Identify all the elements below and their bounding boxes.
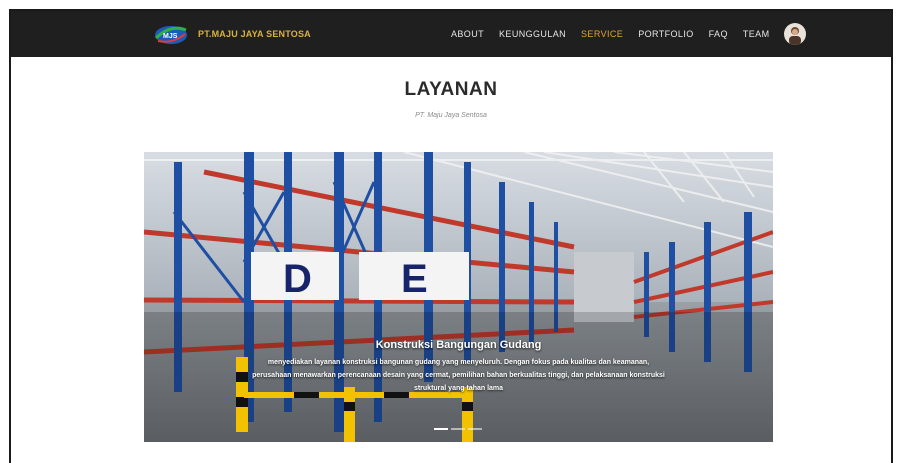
carousel-indicator-1[interactable] xyxy=(434,428,448,430)
top-navbar: MJS PT.MAJU JAYA SENTOSA ABOUT KEUNGGULA… xyxy=(11,11,891,57)
rack-sign-d: D xyxy=(283,257,312,301)
brand-name[interactable]: PT.MAJU JAYA SENTOSA xyxy=(198,29,311,39)
user-avatar[interactable] xyxy=(784,23,807,45)
carousel-indicators xyxy=(434,428,485,430)
brand[interactable]: MJS PT.MAJU JAYA SENTOSA xyxy=(153,22,311,46)
rack-sign-e: E xyxy=(401,257,428,301)
nav-about[interactable]: ABOUT xyxy=(451,29,484,39)
company-logo-icon: MJS xyxy=(153,22,189,46)
carousel-indicator-2[interactable] xyxy=(451,428,465,430)
carousel-indicator-3[interactable] xyxy=(468,428,482,430)
nav-faq[interactable]: FAQ xyxy=(709,29,728,39)
slide-title: Konstruksi Bangungan Gudang xyxy=(375,339,542,351)
browser-frame: MJS PT.MAJU JAYA SENTOSA ABOUT KEUNGGULA… xyxy=(9,9,893,463)
nav-team[interactable]: TEAM xyxy=(743,29,770,39)
svg-text:MJS: MJS xyxy=(163,33,178,40)
service-carousel[interactable]: D E Konstruksi Bangungan Gudang menyedia… xyxy=(144,152,773,442)
slide-description: menyediakan layanan konstruksi bangunan … xyxy=(252,359,665,392)
nav-keunggulan[interactable]: KEUNGGULAN xyxy=(499,29,566,39)
warehouse-photo: D E xyxy=(144,152,773,442)
slide-caption: Konstruksi Bangungan Gudang menyediakan … xyxy=(144,339,773,395)
section-subtitle: PT. Maju Jaya Sentosa xyxy=(415,112,487,119)
nav-portfolio[interactable]: PORTFOLIO xyxy=(638,29,693,39)
main-nav: ABOUT KEUNGGULAN SERVICE PORTFOLIO FAQ T… xyxy=(451,11,807,57)
section-title: LAYANAN xyxy=(404,79,498,100)
nav-service[interactable]: SERVICE xyxy=(581,29,623,39)
